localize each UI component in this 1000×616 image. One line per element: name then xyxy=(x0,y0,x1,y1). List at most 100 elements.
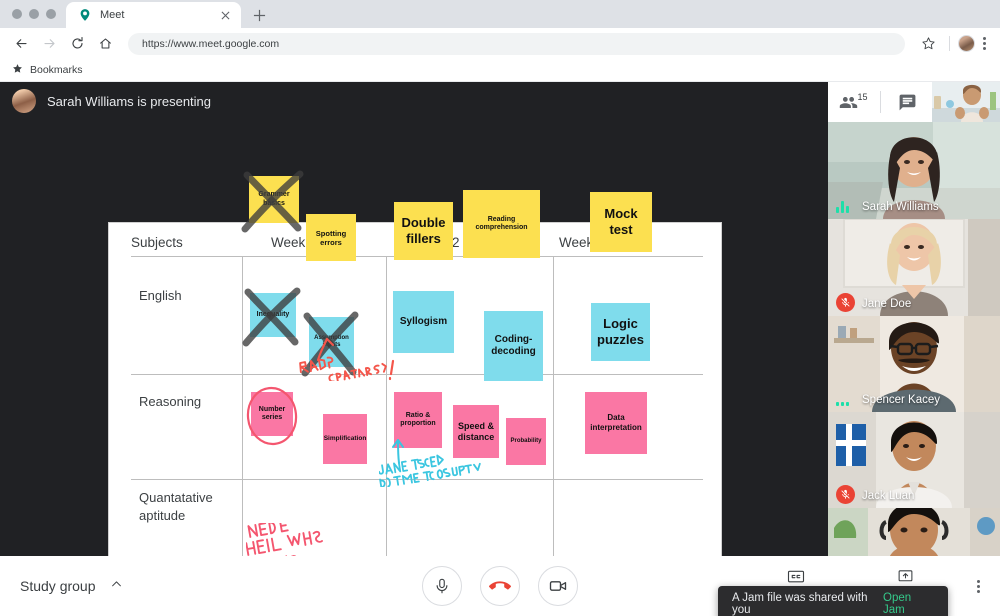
call-controls xyxy=(422,566,578,606)
meeting-name-label: Study group xyxy=(20,578,96,594)
sticky-note[interactable]: Ratio & proportion xyxy=(394,392,442,448)
participant-name: Jane Doe xyxy=(862,298,911,310)
grid-row-divider xyxy=(131,479,703,480)
grid-column-divider xyxy=(553,256,554,558)
sticky-note-text: Inequality xyxy=(257,311,290,319)
window-close-dot[interactable] xyxy=(12,9,22,19)
meeting-name-area[interactable]: Study group xyxy=(20,578,123,594)
sticky-note[interactable]: Reading comprehension xyxy=(463,190,540,258)
url-text: https://www.meet.google.com xyxy=(142,38,279,50)
window-minimize-dot[interactable] xyxy=(29,9,39,19)
mic-off-icon xyxy=(836,293,855,312)
sticky-note-text: Grammer basics xyxy=(252,191,296,208)
jamboard-canvas[interactable]: Subjects Week 1 Week 2 Week 3 English Re… xyxy=(108,222,722,567)
participant-name: Jack Luan xyxy=(862,490,914,502)
end-call-button[interactable] xyxy=(480,566,520,606)
address-bar[interactable]: https://www.meet.google.com xyxy=(128,33,905,55)
sticky-note-text: Syllogism xyxy=(400,316,447,328)
sticky-note[interactable]: Number series xyxy=(251,392,293,436)
participant-count: 15 xyxy=(857,92,867,102)
tab-title: Meet xyxy=(100,9,210,21)
sticky-note-text: Data interpretation xyxy=(588,413,644,432)
rail-toolbar: 15 xyxy=(828,82,1000,122)
sticky-note-text: Reading comprehension xyxy=(466,216,537,233)
sticky-note-text: Mock test xyxy=(593,206,649,237)
speaking-indicator xyxy=(836,393,849,406)
closed-captions-icon xyxy=(787,569,805,587)
close-icon[interactable] xyxy=(218,7,233,24)
sticky-note-text: Spotting errors xyxy=(309,229,353,247)
bookmarks-bar: Bookmarks xyxy=(0,59,1000,82)
sticky-note[interactable]: Speed & distance xyxy=(453,405,499,458)
grid-column-divider xyxy=(386,256,387,558)
browser-tab[interactable]: Meet xyxy=(66,2,241,28)
participant-tile-jane-doe[interactable]: Jane Doe xyxy=(828,219,1000,316)
meet-logo-icon xyxy=(78,8,92,22)
sticky-note[interactable]: Spotting errors xyxy=(306,214,356,261)
browser-window: Meet https://www.meet.google.com xyxy=(0,0,1000,616)
sticky-note[interactable]: Probability xyxy=(506,418,546,465)
chevron-up-icon[interactable] xyxy=(110,578,123,594)
sticky-note[interactable]: Data interpretation xyxy=(585,392,647,454)
present-screen-icon xyxy=(897,569,914,587)
forward-arrow-icon xyxy=(36,31,62,57)
participant-name: Sarah Williams xyxy=(862,201,939,213)
sticky-note[interactable]: Simplification xyxy=(323,414,367,464)
camera-button[interactable] xyxy=(538,566,578,606)
sticky-note-text: Simplification xyxy=(324,435,367,443)
avatar-icon xyxy=(12,89,36,113)
participants-rail: 15 xyxy=(828,82,1000,563)
back-arrow-icon[interactable] xyxy=(8,31,34,57)
presenting-text: Sarah Williams is presenting xyxy=(47,94,211,109)
sticky-note[interactable]: Double fillers xyxy=(394,202,453,260)
sticky-note[interactable]: Inequality xyxy=(250,293,296,337)
participant-tile-spencer-kacey[interactable]: Spencer Kacey xyxy=(828,316,1000,412)
speaking-indicator xyxy=(836,200,849,213)
participant-tile-sarah-williams[interactable]: Sarah Williams xyxy=(828,122,1000,219)
sticky-note-text: Probability xyxy=(510,438,541,445)
sticky-note[interactable]: Grammer basics xyxy=(249,176,299,223)
window-maximize-dot[interactable] xyxy=(46,9,56,19)
toast-message: A Jam file was shared with you xyxy=(732,592,883,616)
new-tab-button[interactable] xyxy=(253,8,266,25)
star-icon xyxy=(12,61,23,79)
avatar-icon[interactable] xyxy=(958,35,975,52)
sticky-note-text: Ratio & proportion xyxy=(397,412,439,429)
kebab-menu-icon[interactable] xyxy=(971,580,986,593)
window-controls[interactable] xyxy=(8,0,66,28)
sticky-note-text: Double fillers xyxy=(397,215,450,246)
microphone-button[interactable] xyxy=(422,566,462,606)
star-icon[interactable] xyxy=(915,31,941,57)
sticky-note-text: Speed & distance xyxy=(456,421,496,443)
people-icon[interactable]: 15 xyxy=(828,82,880,122)
sticky-note-text: Logic puzzles xyxy=(594,316,647,347)
home-icon[interactable] xyxy=(92,31,118,57)
participant-tile-jack-luan[interactable]: Jack Luan xyxy=(828,412,1000,508)
open-jam-link[interactable]: Open Jam xyxy=(883,592,934,616)
jam-row-label-reasoning: Reasoning xyxy=(139,393,201,411)
kebab-menu-icon[interactable] xyxy=(977,37,992,50)
chat-icon[interactable] xyxy=(881,82,933,122)
presentation-stage: Subjects Week 1 Week 2 Week 3 English Re… xyxy=(0,120,828,563)
mic-off-icon xyxy=(836,485,855,504)
grid-column-divider xyxy=(242,256,243,558)
sticky-note[interactable]: Syllogism xyxy=(393,291,454,353)
sticky-note[interactable]: Mock test xyxy=(590,192,652,252)
sticky-note-text: Assumption inputs xyxy=(312,335,351,349)
toolbar-divider xyxy=(949,36,950,51)
bookmarks-label[interactable]: Bookmarks xyxy=(30,64,83,76)
participant-name: Spencer Kacey xyxy=(862,394,940,406)
sticky-note[interactable]: Logic puzzles xyxy=(591,303,650,361)
jam-header-subjects: Subjects xyxy=(131,235,183,250)
reload-icon[interactable] xyxy=(64,31,90,57)
toolbar-right-actions xyxy=(915,31,992,57)
google-meet-app: Sarah Williams is presenting Subjects We… xyxy=(0,82,1000,616)
sticky-note-text: Number series xyxy=(254,406,290,423)
grid-row-divider xyxy=(131,374,703,375)
sticky-note[interactable]: Coding-decoding xyxy=(484,311,543,381)
sticky-note[interactable]: Assumption inputs xyxy=(309,317,354,367)
participant-thumbnail-top[interactable] xyxy=(932,82,1000,122)
jam-row-label-quant: Quantatative aptitude xyxy=(139,489,239,524)
jam-row-label-english: English xyxy=(139,287,182,305)
browser-tab-strip: Meet xyxy=(0,0,1000,28)
